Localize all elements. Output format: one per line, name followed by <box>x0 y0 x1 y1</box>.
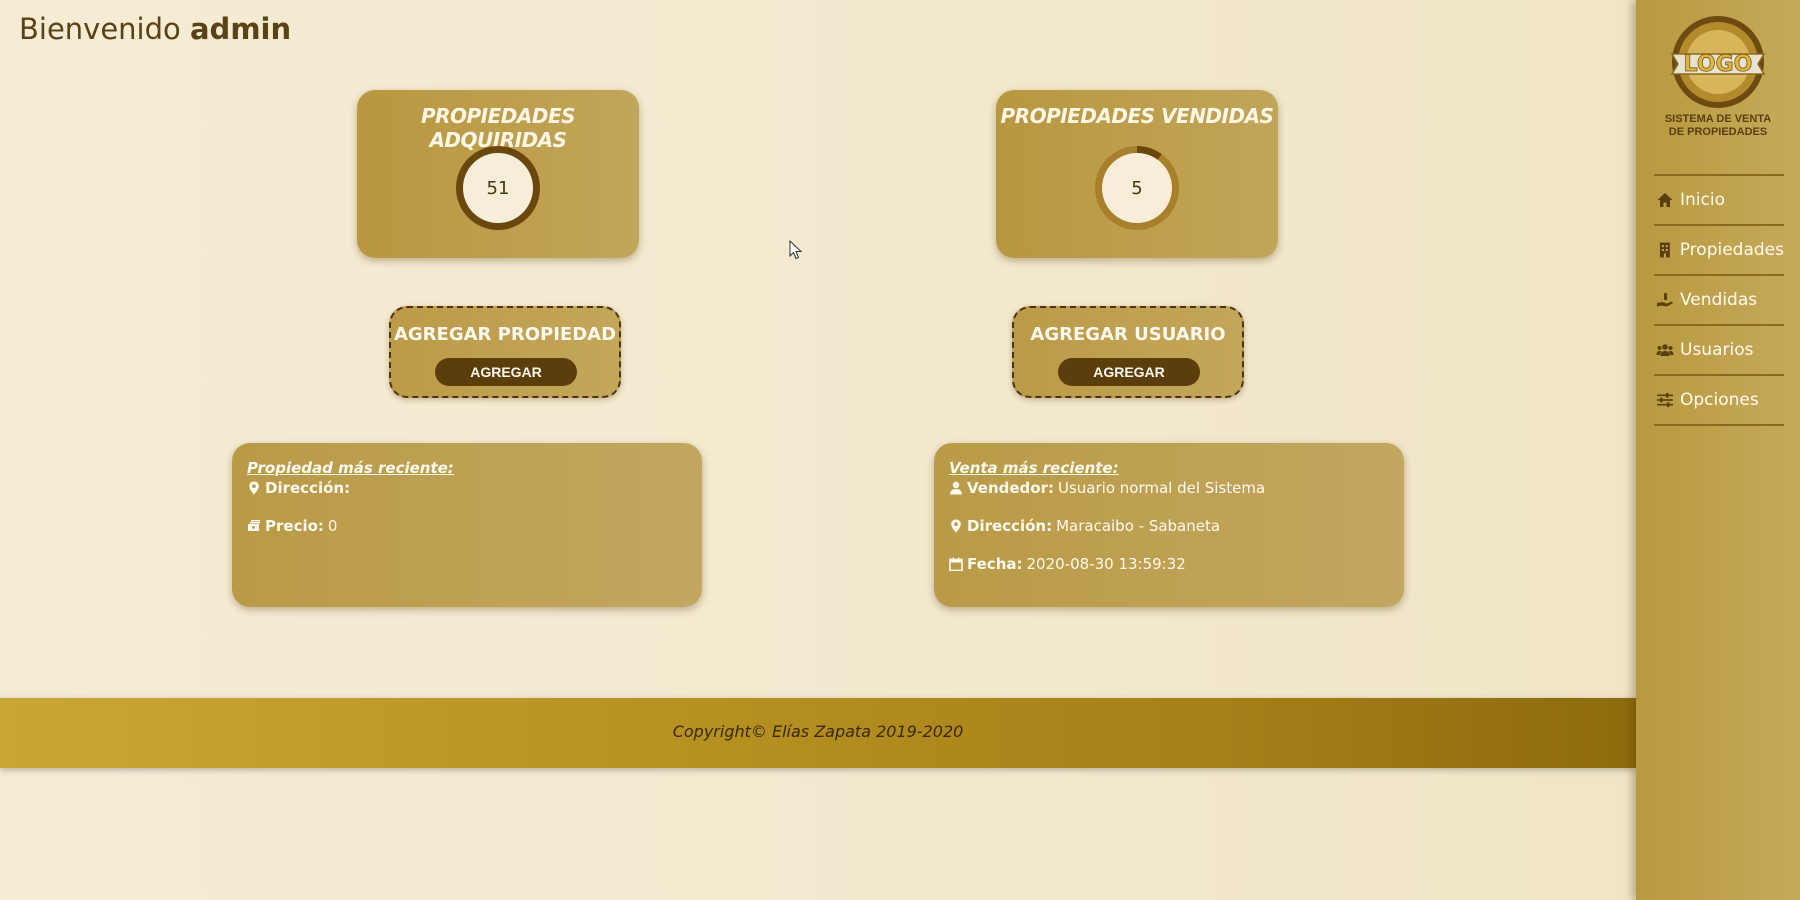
stat-card-acquired: PROPIEDADES ADQUIRIDAS 51 <box>357 90 639 258</box>
sidebar-item-label: Usuarios <box>1680 340 1754 360</box>
sidebar-item-label: Opciones <box>1680 390 1759 410</box>
username: admin <box>189 12 292 46</box>
logo-caption-line1: SISTEMA DE VENTA <box>1664 113 1772 125</box>
price-label: Precio: <box>265 517 324 535</box>
recent-sale-date: Fecha: 2020-08-30 13:59:32 <box>949 555 1186 573</box>
welcome-prefix: Bienvenido <box>19 12 181 46</box>
sidebar-item-label: Vendidas <box>1680 290 1758 310</box>
logo-caption-line2: DE PROPIEDADES <box>1668 126 1768 138</box>
welcome-heading: Bienvenido admin <box>19 12 291 46</box>
users-icon <box>1656 344 1674 356</box>
seller-value: Usuario normal del Sistema <box>1058 479 1266 497</box>
address-label: Dirección: <box>265 479 351 497</box>
calendar-icon <box>949 557 963 571</box>
logo-caption: SISTEMA DE VENTA DE PROPIEDADES <box>1636 113 1800 139</box>
date-value: 2020-08-30 13:59:32 <box>1026 555 1186 573</box>
sidebar-item-vendidas[interactable]: Vendidas <box>1654 274 1784 324</box>
mouse-cursor-icon <box>789 240 803 260</box>
user-icon <box>950 481 962 495</box>
sale-address-value: Maracaibo - Sabaneta <box>1056 517 1221 535</box>
recent-sale-heading: Venta más reciente: <box>949 459 1119 477</box>
add-user-title: AGREGAR USUARIO <box>1030 324 1226 345</box>
building-icon <box>1659 242 1670 258</box>
copyright-text: Copyright© Elías Zapata 2019-2020 <box>672 722 964 741</box>
recent-sale-seller: Vendedor: Usuario normal del Sistema <box>949 479 1265 497</box>
sidebar: LOGO SISTEMA DE VENTA DE PROPIEDADES Ini… <box>1636 0 1800 900</box>
sidebar-item-label: Inicio <box>1680 190 1725 210</box>
recent-sale-address: Dirección: Maracaibo - Sabaneta <box>949 517 1220 535</box>
recent-property-address: Dirección: <box>247 479 354 497</box>
recent-property-price: Precio: 0 <box>247 517 337 535</box>
sidebar-item-inicio[interactable]: Inicio <box>1654 174 1784 224</box>
sidebar-item-usuarios[interactable]: Usuarios <box>1654 324 1784 374</box>
footer: Copyright© Elías Zapata 2019-2020 <box>0 698 1636 768</box>
stat-value-sold: 5 <box>1102 153 1172 223</box>
sale-address-label: Dirección: <box>967 517 1053 535</box>
stat-card-sold: PROPIEDADES VENDIDAS 5 <box>996 90 1278 258</box>
money-bills-icon <box>248 520 260 531</box>
date-label: Fecha: <box>967 555 1023 573</box>
hand-money-icon <box>1657 293 1673 307</box>
map-marker-icon <box>249 481 259 495</box>
recent-sale-card: Venta más reciente: Vendedor: Usuario no… <box>934 443 1404 607</box>
logo-text: LOGO <box>1684 52 1753 77</box>
price-value: 0 <box>327 517 338 535</box>
sliders-icon <box>1657 393 1673 407</box>
map-marker-icon <box>951 519 961 533</box>
sidebar-item-propiedades[interactable]: Propiedades <box>1654 224 1784 274</box>
add-property-card: AGREGAR PROPIEDAD AGREGAR <box>389 306 621 398</box>
stat-value-acquired: 51 <box>463 153 533 223</box>
add-user-card: AGREGAR USUARIO AGREGAR <box>1012 306 1244 398</box>
sidebar-nav: Inicio Propiedades Vendidas Usuarios Opc… <box>1654 174 1784 426</box>
add-property-title: AGREGAR PROPIEDAD <box>393 324 617 345</box>
stat-title-sold: PROPIEDADES VENDIDAS <box>1000 104 1274 128</box>
stat-ring-sold: 5 <box>1095 146 1179 230</box>
seller-label: Vendedor: <box>967 479 1054 497</box>
recent-property-heading: Propiedad más reciente: <box>247 459 454 477</box>
sidebar-item-opciones[interactable]: Opciones <box>1654 374 1784 426</box>
recent-property-card: Propiedad más reciente: Dirección: Preci… <box>232 443 702 607</box>
logo-icon: LOGO <box>1670 16 1766 108</box>
home-icon <box>1657 193 1673 207</box>
stat-title-acquired: PROPIEDADES ADQUIRIDAS <box>420 104 576 152</box>
stat-ring-acquired: 51 <box>456 146 540 230</box>
sidebar-item-label: Propiedades <box>1679 240 1784 260</box>
add-property-button[interactable]: AGREGAR <box>435 358 577 386</box>
add-user-button[interactable]: AGREGAR <box>1058 358 1200 386</box>
